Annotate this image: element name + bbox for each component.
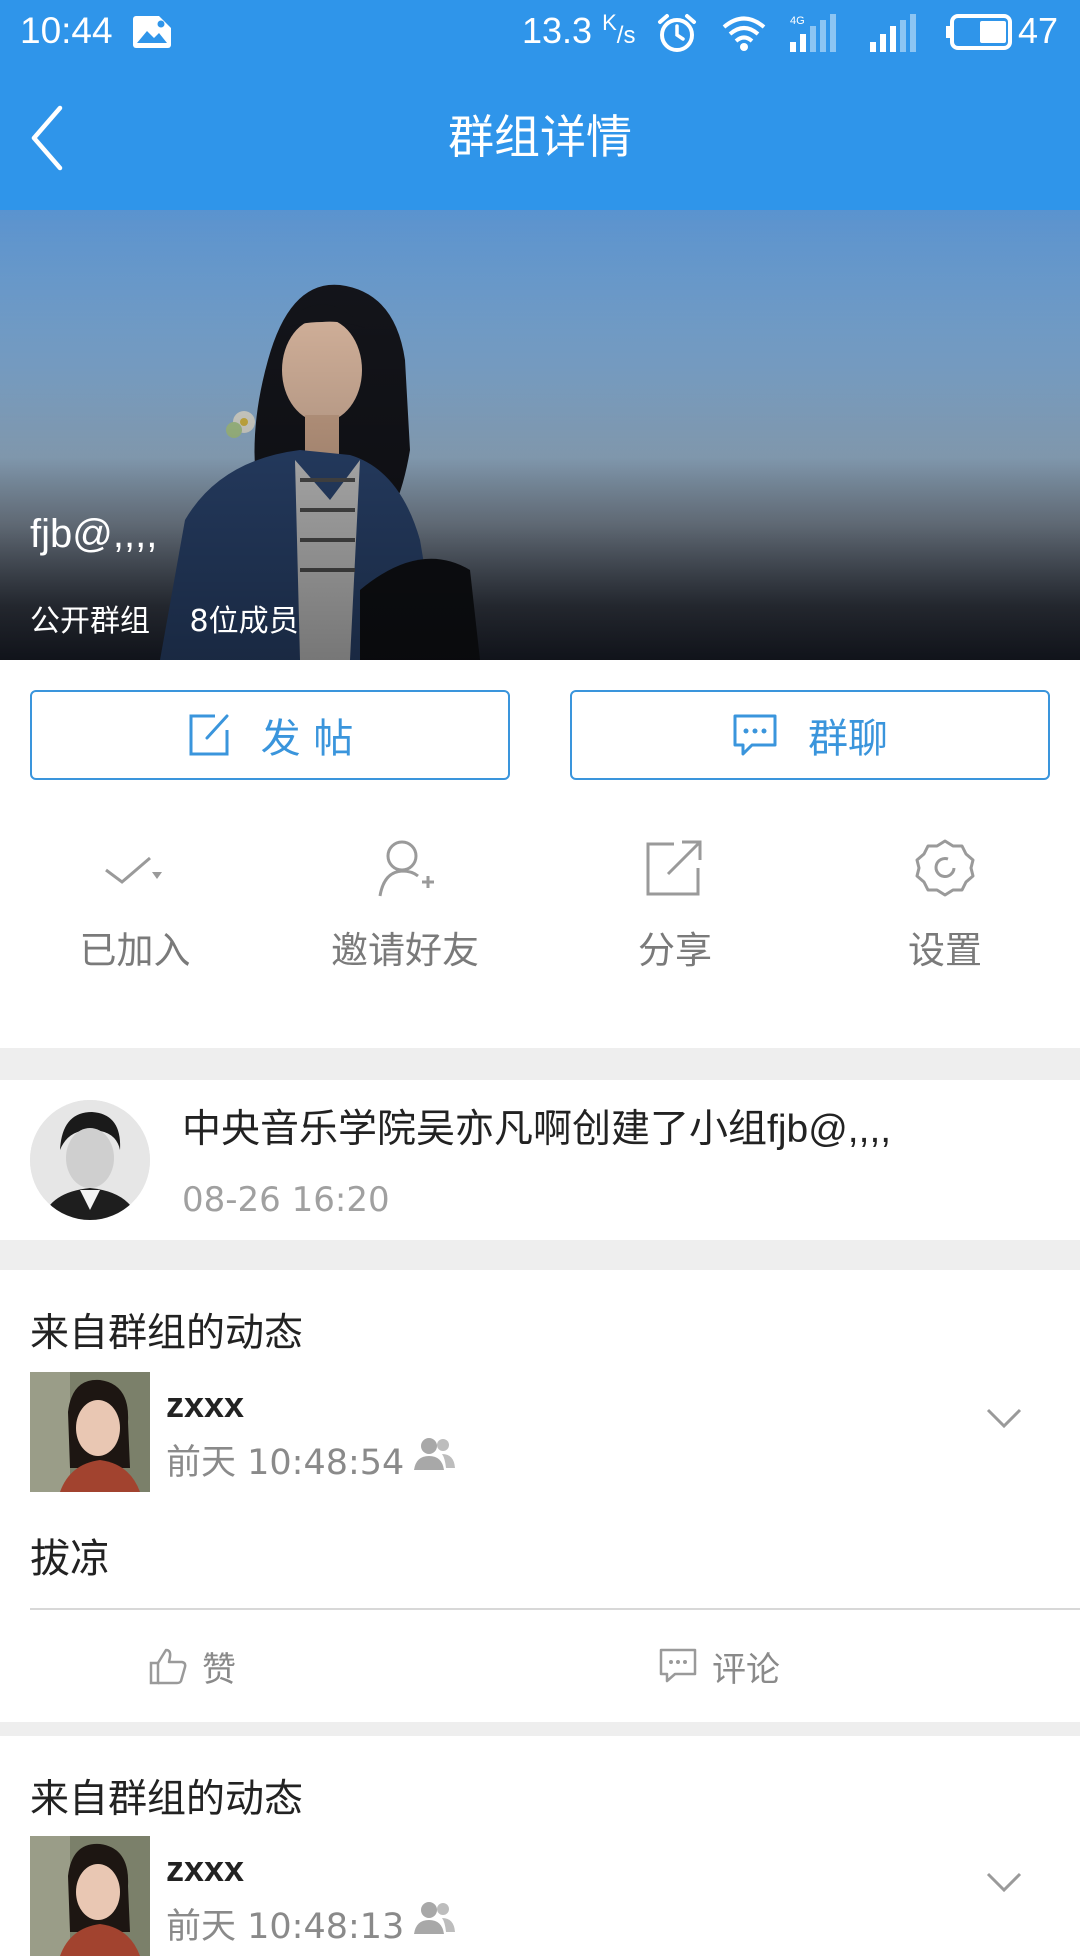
net-speed: 13.3 K/s [522,10,636,51]
share-icon [646,840,702,896]
add-user-icon [378,840,434,897]
joined-check-icon [105,856,162,884]
joined-label: 已加入 [79,929,191,972]
chevron-down-icon[interactable] [984,1404,1024,1430]
share-label: 分享 [638,929,712,972]
share-action[interactable]: 分享 [540,838,810,1018]
feed-time: 前天 10:48:13 [166,1907,405,1947]
group-chat-button-label: 群聊 [808,716,888,762]
wifi-icon [722,16,766,51]
battery-icon [946,14,1012,50]
back-arrow-icon[interactable] [22,100,88,176]
section-separator [0,1048,1080,1080]
creator-avatar-image [30,1100,150,1220]
section-separator [0,1240,1080,1270]
like-label: 赞 [202,1649,236,1690]
settings-action[interactable]: 设置 [810,838,1080,1018]
creator-avatar[interactable] [30,1100,150,1220]
joined-action[interactable]: 已加入 [0,838,270,1018]
page-title: 群组详情 [448,110,632,164]
comment-label: 评论 [712,1649,780,1690]
invite-friends-action[interactable]: 邀请好友 [270,838,540,1018]
feed-content: 拔凉 [30,1536,110,1582]
chat-bubble-icon [733,714,777,756]
battery-percent: 47 [1018,10,1059,51]
settings-label: 设置 [908,929,982,972]
chevron-down-icon[interactable] [984,1868,1024,1894]
status-bar: 10:44 13.3 K/s 4G 47 [0,0,1080,64]
feed-user-avatar[interactable] [30,1836,150,1956]
creation-time: 08-26 16:20 [182,1180,390,1220]
group-name: fjb@,,,, [30,512,158,556]
image-notification-icon [133,15,172,48]
group-member-count: 8位成员 [189,604,299,639]
feed-divider [30,1608,1080,1610]
alarm-icon [658,14,696,52]
feed-user-avatar[interactable] [30,1372,150,1492]
creation-message: 中央音乐学院吴亦凡啊创建了小组fjb@,,,, [182,1108,892,1151]
post-button-label: 发 帖 [260,716,354,762]
group-chat-button[interactable]: 群聊 [570,690,1050,780]
signal-4g-icon: 4G [790,14,836,52]
group-type: 公开群组 [30,604,150,639]
status-time: 10:44 [20,10,113,51]
like-button[interactable]: 赞 [148,1636,236,1696]
section-separator [0,1722,1080,1736]
post-button[interactable]: 发 帖 [30,690,510,780]
comment-icon [659,1648,697,1683]
group-visibility-icon [414,1438,455,1470]
gear-icon [915,839,975,897]
edit-icon [189,714,229,756]
feed-username[interactable]: zxxx [166,1848,244,1890]
group-meta: 公开群组 8位成员 [30,596,329,640]
feed-section-title: 来自群组的动态 [30,1311,304,1356]
thumbs-up-icon [149,1648,187,1685]
feed-section-title: 来自群组的动态 [30,1777,304,1822]
feed-username[interactable]: zxxx [166,1384,244,1426]
group-cover: fjb@,,,, 公开群组 8位成员 [0,210,1080,660]
feed-user-avatar-image [30,1836,150,1956]
cover-photo [0,210,1080,660]
invite-friends-label: 邀请好友 [331,929,479,972]
title-bar: 群组详情 [0,64,1080,210]
comment-button[interactable]: 评论 [658,1636,780,1696]
signal-icon [870,14,916,52]
feed-time: 前天 10:48:54 [166,1443,405,1483]
group-visibility-icon [414,1902,455,1934]
feed-user-avatar-image [30,1372,150,1492]
svg-text:4G: 4G [790,15,805,27]
